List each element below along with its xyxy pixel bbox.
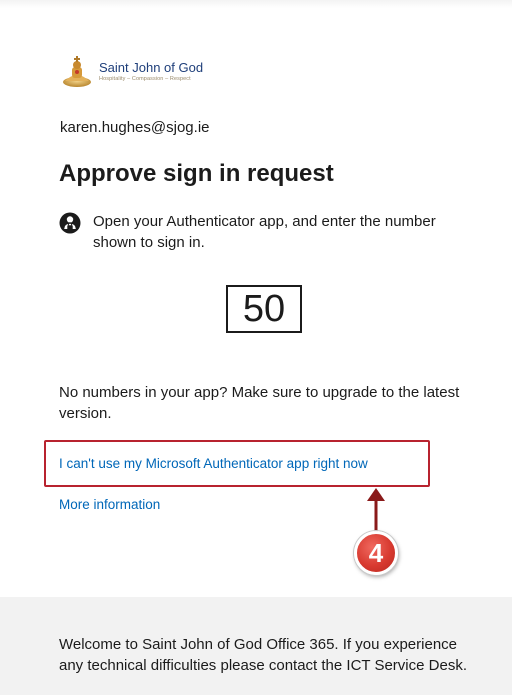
brand-text: Saint John of God Hospitality – Compassi… [99, 61, 203, 83]
top-edge [0, 0, 512, 8]
sjog-logo-icon [63, 56, 91, 87]
footer-panel: Welcome to Saint John of God Office 365.… [0, 597, 512, 695]
instruction-row: Open your Authenticator app, and enter t… [59, 211, 459, 253]
upgrade-note: No numbers in your app? Make sure to upg… [59, 384, 460, 422]
instruction-text: Open your Authenticator app, and enter t… [93, 213, 436, 251]
sign-in-page: Saint John of God Hospitality – Compassi… [0, 0, 512, 695]
lock-person-icon [59, 212, 81, 234]
brand-logo: Saint John of God Hospitality – Compassi… [60, 55, 203, 89]
account-email: karen.hughes@sjog.ie [60, 119, 210, 136]
step-number-badge: 4 [354, 531, 398, 575]
approval-number: 50 [226, 285, 302, 333]
brand-tagline: Hospitality – Compassion – Respect [99, 76, 191, 82]
more-information-link[interactable]: More information [59, 497, 160, 512]
footer-text: Welcome to Saint John of God Office 365.… [59, 636, 467, 674]
sign-in-card: Saint John of God Hospitality – Compassi… [0, 0, 512, 597]
page-title: Approve sign in request [59, 160, 334, 187]
cant-use-authenticator-link[interactable]: I can't use my Microsoft Authenticator a… [59, 456, 368, 471]
brand-name: Saint John of God [99, 60, 204, 75]
